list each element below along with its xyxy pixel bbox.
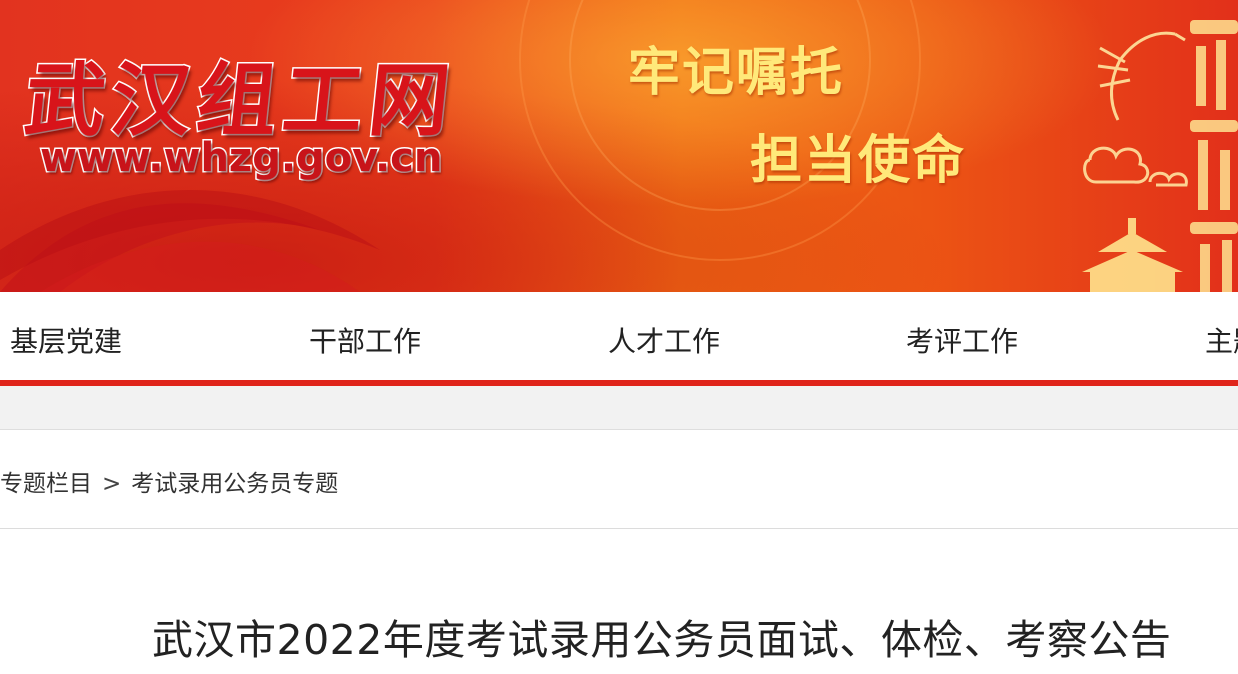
nav-item-theme[interactable]: 主题 bbox=[1205, 320, 1238, 360]
slogan-line-1: 牢记嘱托 bbox=[628, 43, 845, 103]
breadcrumb-item-special-topics[interactable]: 专题栏目 bbox=[0, 471, 92, 497]
header-banner: 武汉组工网 www.whzg.gov.cn 牢记嘱托 担当使命 bbox=[0, 0, 1238, 292]
article-title: 武汉市2022年度考试录用公务员面试、体检、考察公告 bbox=[152, 616, 1172, 664]
cloud-icon bbox=[1083, 146, 1188, 187]
breadcrumb: 专题栏目 > 考试录用公务员专题 bbox=[0, 464, 338, 498]
site-url: www.whzg.gov.cn bbox=[38, 134, 443, 183]
main-nav: 基层党建 干部工作 人才工作 考评工作 主题 bbox=[0, 292, 1238, 380]
sub-nav-strip bbox=[0, 386, 1238, 430]
nav-item-cadre-work[interactable]: 干部工作 bbox=[309, 320, 421, 360]
breadcrumb-divider bbox=[0, 528, 1238, 529]
breadcrumb-item-civil-servant-exam[interactable]: 考试录用公务员专题 bbox=[131, 471, 338, 497]
nav-item-evaluation-work[interactable]: 考评工作 bbox=[906, 320, 1018, 360]
nav-item-talent-work[interactable]: 人才工作 bbox=[608, 320, 720, 360]
nav-item-party-building[interactable]: 基层党建 bbox=[10, 320, 122, 360]
crane-icon bbox=[1097, 31, 1186, 121]
breadcrumb-separator: > bbox=[102, 471, 122, 497]
slogan-line-2: 担当使命 bbox=[750, 131, 967, 191]
tower-icon bbox=[1082, 218, 1183, 292]
calligraphy-decoration bbox=[1190, 20, 1238, 292]
